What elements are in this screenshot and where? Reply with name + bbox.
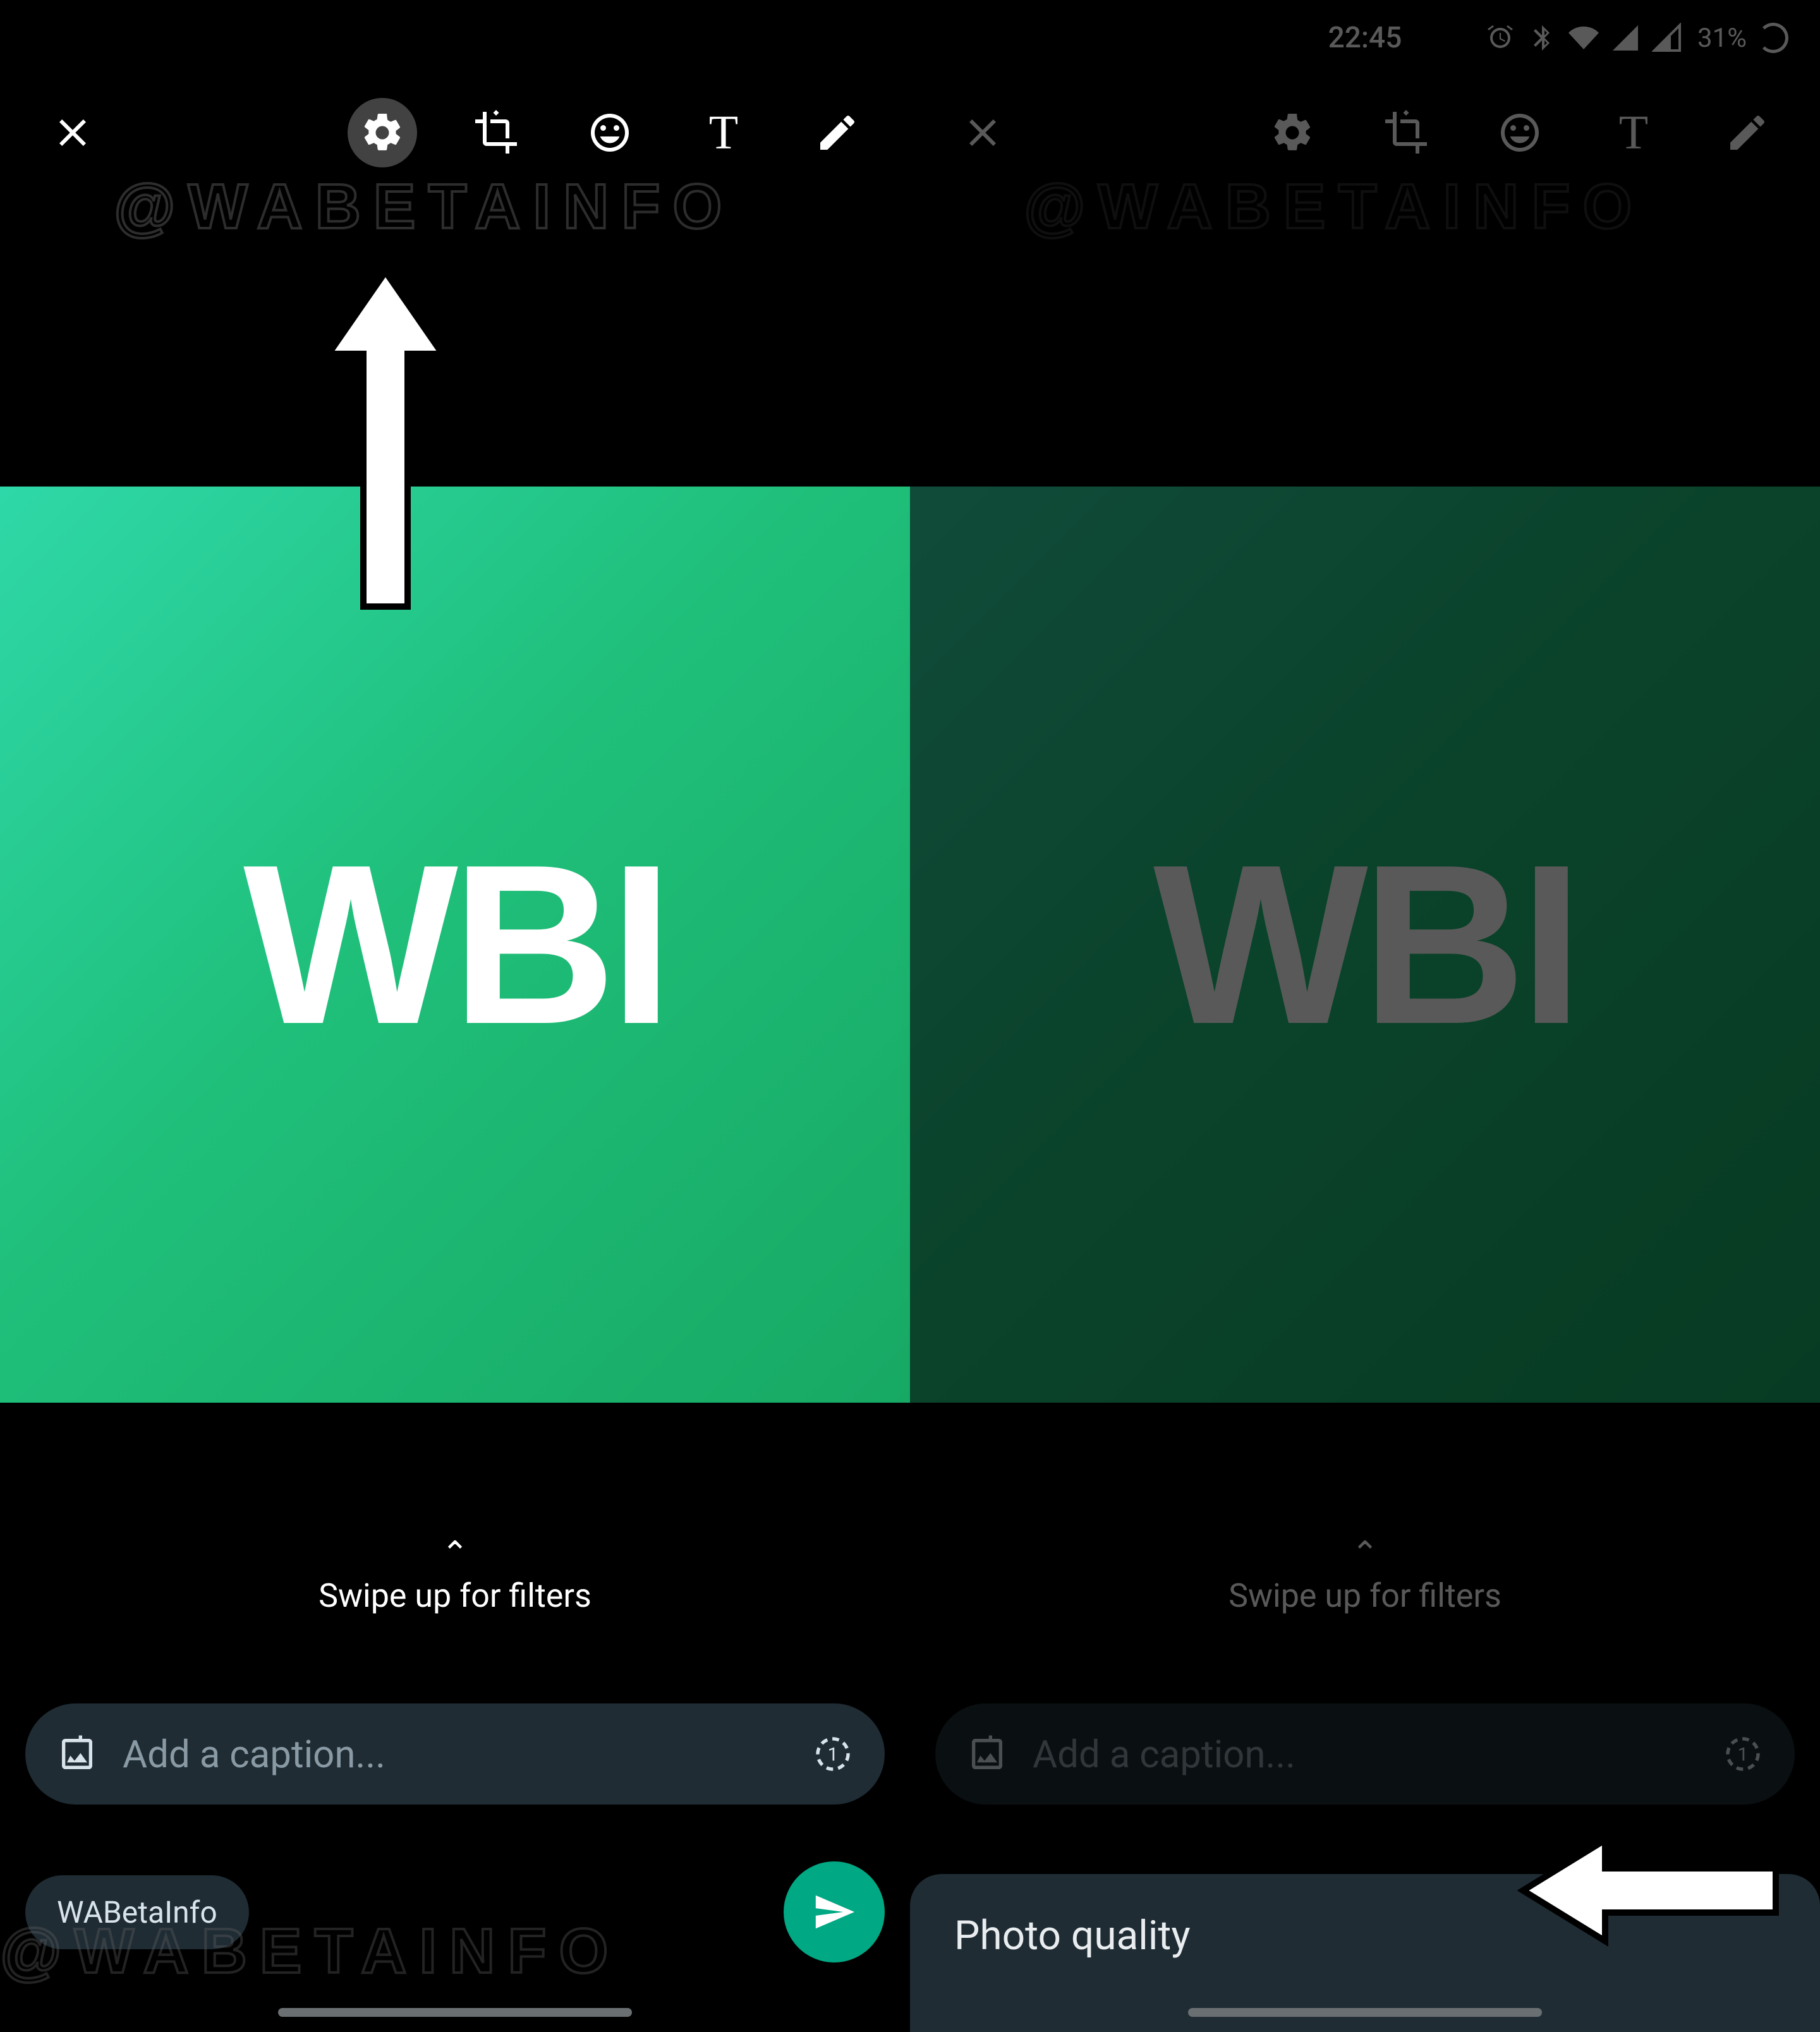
status-bar: 22:45 31% (910, 0, 1820, 76)
caption-placeholder: Add a caption... (1033, 1732, 1697, 1777)
signal-icon (1610, 23, 1641, 53)
caption-input[interactable]: Add a caption... 1 (935, 1703, 1795, 1805)
navigation-handle[interactable] (1188, 2008, 1542, 2017)
view-once-icon: 1 (1723, 1734, 1763, 1774)
screenshot-left: @WABETAINFO T (0, 0, 910, 2032)
status-time: 22:45 (1328, 21, 1402, 55)
pencil-icon (815, 110, 860, 155)
close-button[interactable] (948, 98, 1017, 167)
caption-row: Add a caption... 1 (25, 1703, 885, 1805)
editor-toolbar: T (0, 76, 910, 190)
text-button[interactable]: T (1599, 98, 1668, 167)
close-button[interactable] (38, 98, 107, 167)
draw-button[interactable] (1713, 98, 1782, 167)
pencil-icon (1725, 110, 1770, 155)
text-button[interactable]: T (689, 98, 758, 167)
text-icon: T (709, 106, 738, 160)
close-icon (960, 110, 1005, 155)
svg-text:1: 1 (1738, 1745, 1748, 1766)
text-icon: T (1619, 106, 1648, 160)
chevron-up-icon: ⌃ (910, 1537, 1820, 1570)
navigation-handle[interactable] (278, 2008, 632, 2017)
status-battery: 31% (1697, 23, 1747, 54)
add-image-icon (57, 1734, 97, 1774)
sheet-title: Photo quality (954, 1912, 1776, 1959)
emoji-icon (587, 110, 633, 155)
emoji-button[interactable] (575, 98, 645, 167)
filters-hint-label: Swipe up for filters (0, 1576, 910, 1615)
loading-spinner-icon (1758, 23, 1788, 53)
alarm-icon (1485, 23, 1515, 53)
emoji-button[interactable] (1485, 98, 1555, 167)
signal-icon (1652, 23, 1682, 53)
bluetooth-icon (1527, 23, 1557, 53)
svg-text:1: 1 (828, 1745, 838, 1766)
caption-row: Add a caption... 1 (935, 1703, 1795, 1805)
filters-hint[interactable]: ⌃ Swipe up for filters (910, 1537, 1820, 1615)
settings-button[interactable] (1258, 98, 1327, 167)
view-once-icon: 1 (813, 1734, 853, 1774)
crop-rotate-icon (473, 110, 519, 155)
settings-button[interactable] (348, 98, 417, 167)
canvas-logo-text: WBI (1153, 814, 1577, 1075)
canvas-logo-text: WBI (243, 814, 667, 1075)
screenshot-right: 22:45 31% @WABETAINFO (910, 0, 1820, 2032)
send-button[interactable] (784, 1861, 885, 1962)
crop-rotate-icon (1383, 110, 1429, 155)
recipient-chip[interactable]: WABetaInfo (25, 1875, 249, 1949)
image-canvas[interactable]: WBI (0, 487, 910, 1403)
gear-icon (360, 110, 405, 155)
status-bar (0, 0, 910, 76)
wifi-icon (1568, 23, 1599, 53)
close-icon (50, 110, 95, 155)
gear-icon (1270, 110, 1315, 155)
send-icon (812, 1890, 856, 1934)
filters-hint-label: Swipe up for filters (910, 1576, 1820, 1615)
add-image-icon (967, 1734, 1007, 1774)
bottom-row: WABetaInfo (25, 1861, 885, 1962)
emoji-icon (1497, 110, 1543, 155)
draw-button[interactable] (803, 98, 872, 167)
crop-rotate-button[interactable] (1371, 98, 1441, 167)
filters-hint[interactable]: ⌃ Swipe up for filters (0, 1537, 910, 1615)
caption-input[interactable]: Add a caption... 1 (25, 1703, 885, 1805)
caption-placeholder: Add a caption... (123, 1732, 787, 1777)
status-icons: 31% (1485, 23, 1788, 54)
crop-rotate-button[interactable] (461, 98, 531, 167)
editor-toolbar: T (910, 76, 1820, 190)
image-canvas[interactable]: WBI (910, 487, 1820, 1403)
chevron-up-icon: ⌃ (0, 1537, 910, 1570)
